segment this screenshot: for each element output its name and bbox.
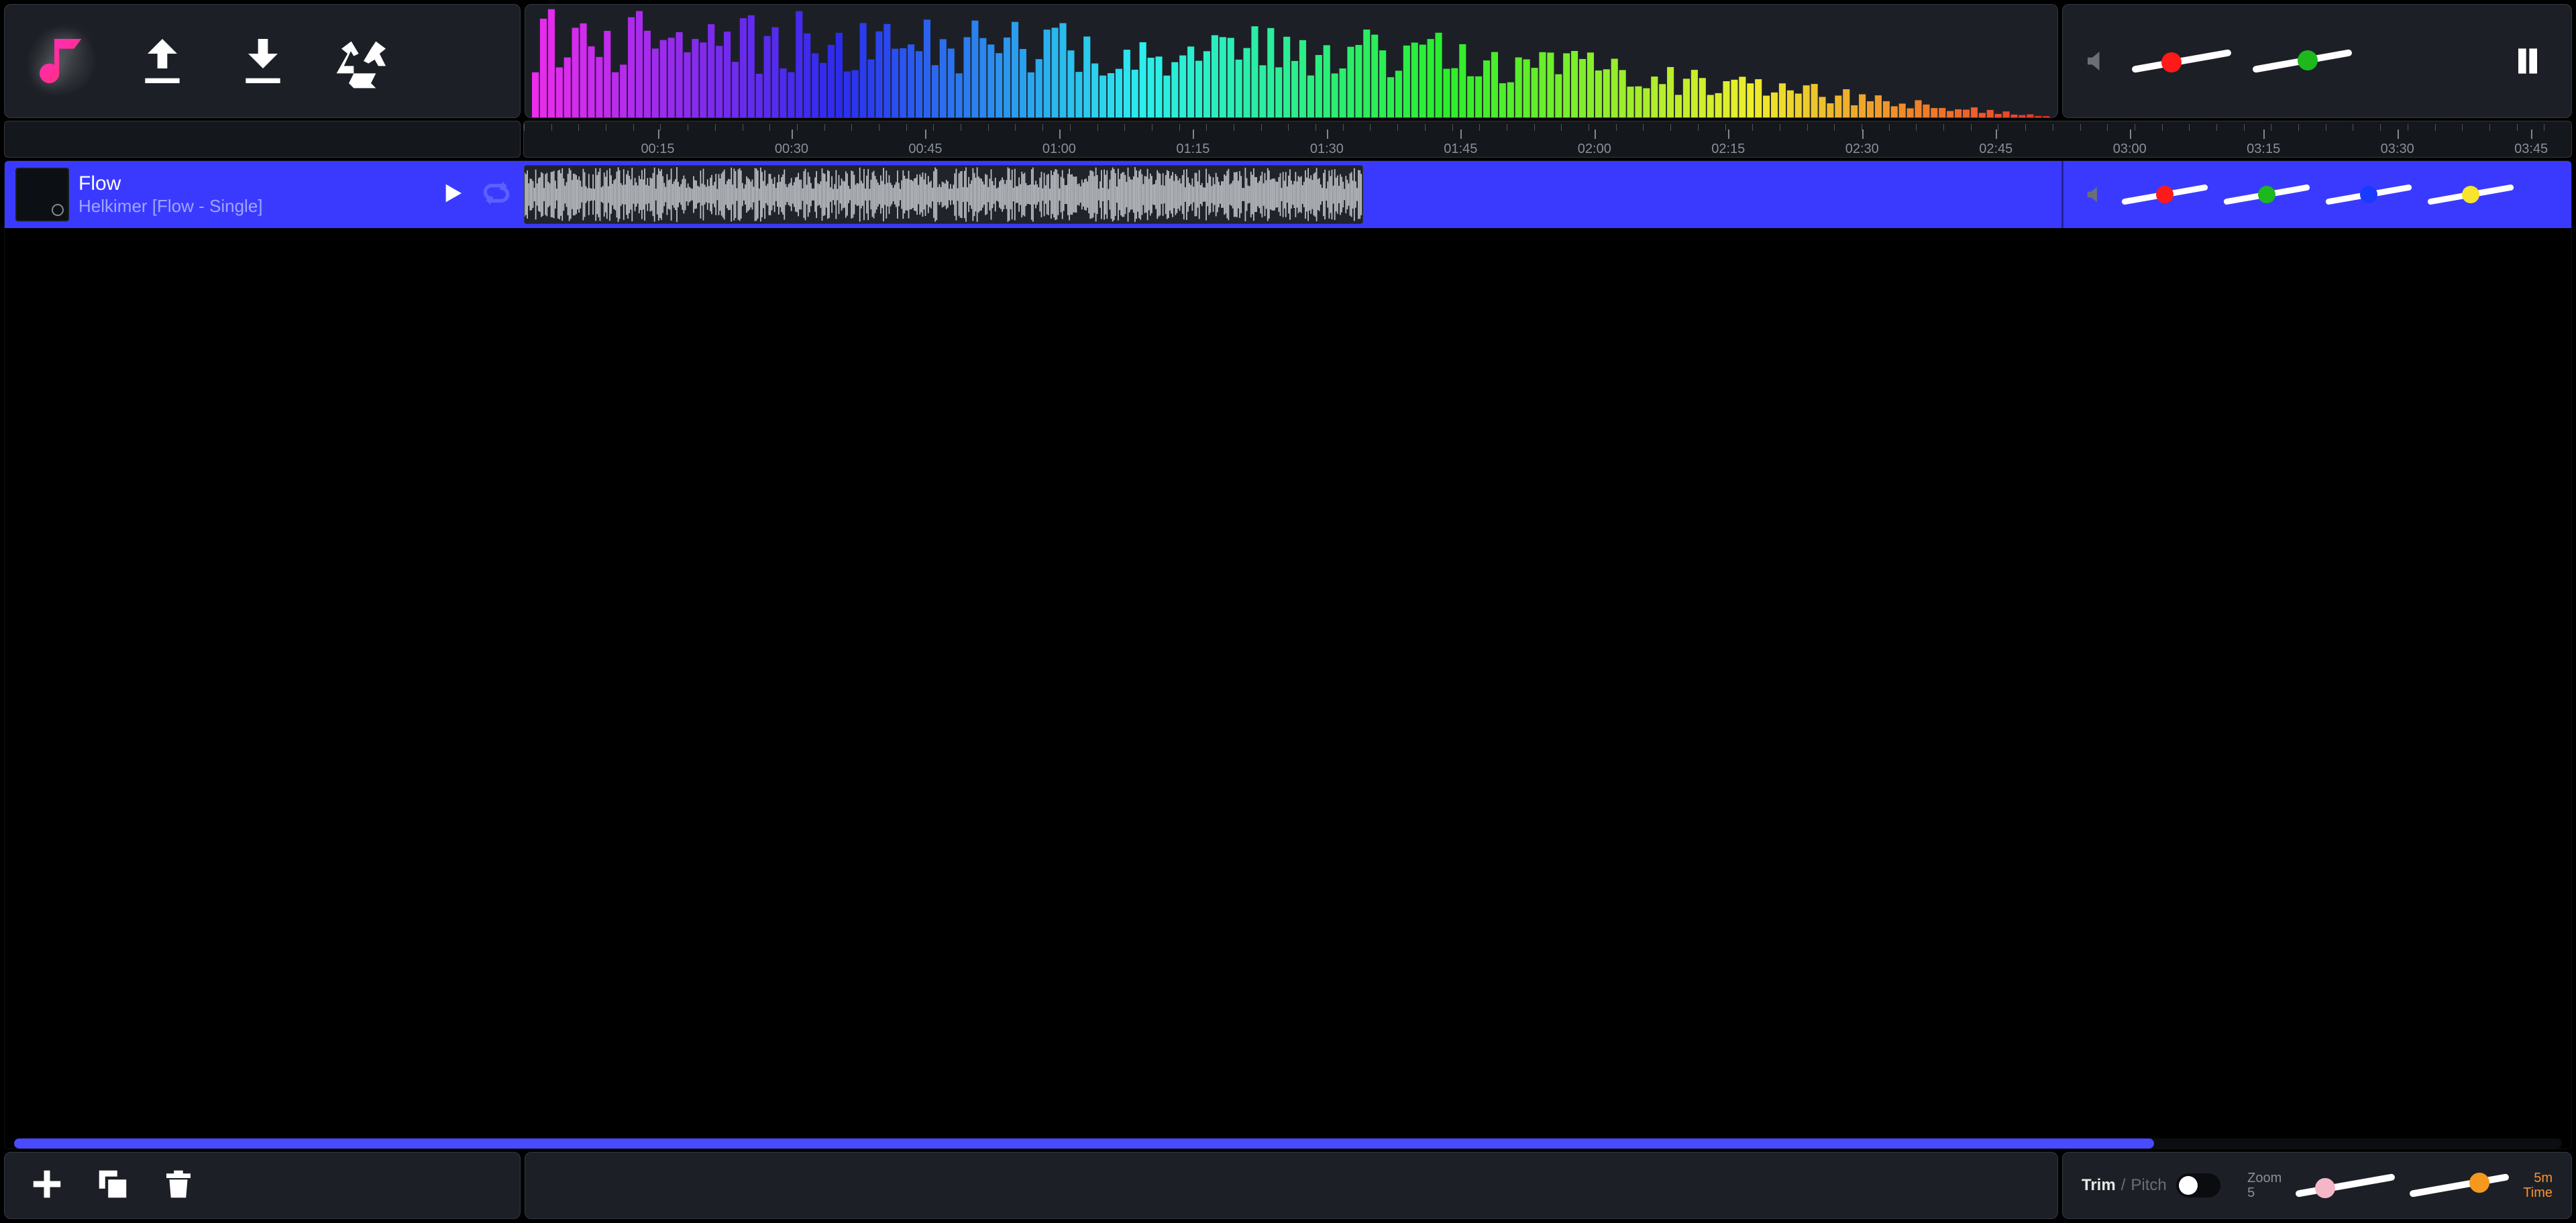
copy-icon bbox=[95, 1166, 131, 1202]
clip-waveform bbox=[525, 166, 1362, 223]
loop-icon bbox=[482, 179, 511, 207]
toggle-switch[interactable] bbox=[2176, 1173, 2220, 1198]
tracks-panel: Flow Helkimer [Flow - Single] bbox=[4, 160, 2572, 1149]
time-ruler[interactable]: 00:15 00:30 00:45 01:00 01:15 01:30 01:45 02:00… bbox=[523, 121, 2572, 158]
track-artwork[interactable] bbox=[15, 168, 69, 221]
trash-icon bbox=[160, 1166, 197, 1202]
download-icon bbox=[233, 32, 292, 91]
top-toolbar bbox=[4, 4, 521, 118]
bottom-controls: Trim / Pitch Zoom 5 5m Time bbox=[2062, 1152, 2572, 1219]
track-row[interactable]: Flow Helkimer [Flow - Single] bbox=[5, 161, 2571, 228]
track-header: Flow Helkimer [Flow - Single] bbox=[5, 161, 521, 228]
zoom-controls: Zoom 5 5m Time bbox=[2247, 1165, 2553, 1206]
ruler-tick: 02:15 bbox=[1711, 142, 1745, 157]
pause-icon bbox=[2509, 38, 2546, 85]
track-controls bbox=[2061, 161, 2571, 228]
track-slider-3[interactable] bbox=[2325, 178, 2412, 211]
ruler-tick: 01:00 bbox=[1042, 142, 1076, 157]
ruler-tick: 01:15 bbox=[1176, 142, 1210, 157]
ruler-tick: 01:30 bbox=[1310, 142, 1344, 157]
trim-pitch-toggle[interactable]: Trim / Pitch bbox=[2082, 1173, 2220, 1198]
zoom-value: 5 bbox=[2247, 1185, 2255, 1200]
download-button[interactable] bbox=[226, 24, 300, 98]
pause-button[interactable] bbox=[2504, 34, 2551, 88]
library-button[interactable] bbox=[25, 24, 99, 98]
ruler-tick: 03:30 bbox=[2381, 142, 2414, 157]
zoom-label: Zoom bbox=[2247, 1171, 2282, 1185]
track-slider-4[interactable] bbox=[2427, 178, 2514, 211]
speaker-icon bbox=[2084, 183, 2106, 206]
ruler-tick: 01:45 bbox=[1444, 142, 1477, 157]
master-controls bbox=[2062, 4, 2572, 118]
ruler-tick: 03:00 bbox=[2113, 142, 2147, 157]
upload-button[interactable] bbox=[125, 24, 199, 98]
top-bar bbox=[4, 4, 2572, 118]
add-track-button[interactable] bbox=[29, 1166, 65, 1206]
ruler-sidebar bbox=[4, 121, 521, 158]
ruler-tick: 03:45 bbox=[2514, 142, 2548, 157]
scrollbar-handle[interactable] bbox=[14, 1138, 2154, 1149]
delete-button[interactable] bbox=[160, 1166, 197, 1206]
spectrum-graphic bbox=[532, 5, 2051, 117]
track-subtitle: Helkimer [Flow - Single] bbox=[78, 196, 263, 217]
pitch-label: Pitch bbox=[2131, 1176, 2166, 1195]
zoom-mode: Time bbox=[2523, 1185, 2553, 1200]
horizontal-scrollbar[interactable] bbox=[14, 1138, 2562, 1149]
recycle-button[interactable] bbox=[327, 24, 400, 98]
track-slider-1[interactable] bbox=[2121, 178, 2208, 211]
ruler-tick: 02:30 bbox=[1845, 142, 1879, 157]
master-slider-2[interactable] bbox=[2252, 41, 2353, 81]
zoom-slider-1[interactable] bbox=[2295, 1165, 2396, 1206]
trim-sep: / bbox=[2121, 1176, 2126, 1195]
play-icon bbox=[438, 180, 465, 207]
ruler-tick: 02:45 bbox=[1979, 142, 2012, 157]
ruler-row: 00:15 00:30 00:45 01:00 01:15 01:30 01:45 02:00… bbox=[4, 121, 2572, 158]
zoom-end-labels: 5m Time bbox=[2523, 1171, 2553, 1200]
track-title: Flow bbox=[78, 172, 263, 196]
speaker-icon bbox=[2083, 47, 2111, 75]
upload-icon bbox=[133, 32, 192, 91]
ruler-tick: 00:30 bbox=[775, 142, 808, 157]
zoom-slider-2[interactable] bbox=[2409, 1165, 2510, 1206]
track-slider-2[interactable] bbox=[2223, 178, 2310, 211]
trim-label: Trim bbox=[2082, 1176, 2116, 1195]
ruler-tick: 00:15 bbox=[641, 142, 674, 157]
track-play-button[interactable] bbox=[438, 180, 465, 210]
master-slider-1[interactable] bbox=[2131, 41, 2232, 81]
status-area bbox=[525, 1152, 2058, 1219]
bottom-toolbar bbox=[4, 1152, 521, 1219]
duplicate-button[interactable] bbox=[95, 1166, 131, 1206]
plus-icon bbox=[29, 1166, 65, 1202]
ruler-tick: 03:15 bbox=[2247, 142, 2280, 157]
app-root: 00:15 00:30 00:45 01:00 01:15 01:30 01:45 02:00… bbox=[0, 0, 2576, 1223]
track-labels: Flow Helkimer [Flow - Single] bbox=[78, 172, 263, 217]
bottom-bar: Trim / Pitch Zoom 5 5m Time bbox=[4, 1152, 2572, 1219]
master-spectrum[interactable] bbox=[525, 4, 2058, 118]
ruler-tick: 02:00 bbox=[1578, 142, 1611, 157]
zoom-start-labels: Zoom 5 bbox=[2247, 1171, 2282, 1200]
zoom-max: 5m bbox=[2534, 1171, 2553, 1185]
track-loop-button[interactable] bbox=[482, 179, 511, 211]
track-body[interactable] bbox=[521, 161, 2061, 228]
recycle-icon bbox=[334, 32, 393, 91]
audio-clip[interactable] bbox=[524, 165, 1363, 224]
ruler-tick: 00:45 bbox=[908, 142, 942, 157]
music-note-icon bbox=[32, 32, 91, 91]
